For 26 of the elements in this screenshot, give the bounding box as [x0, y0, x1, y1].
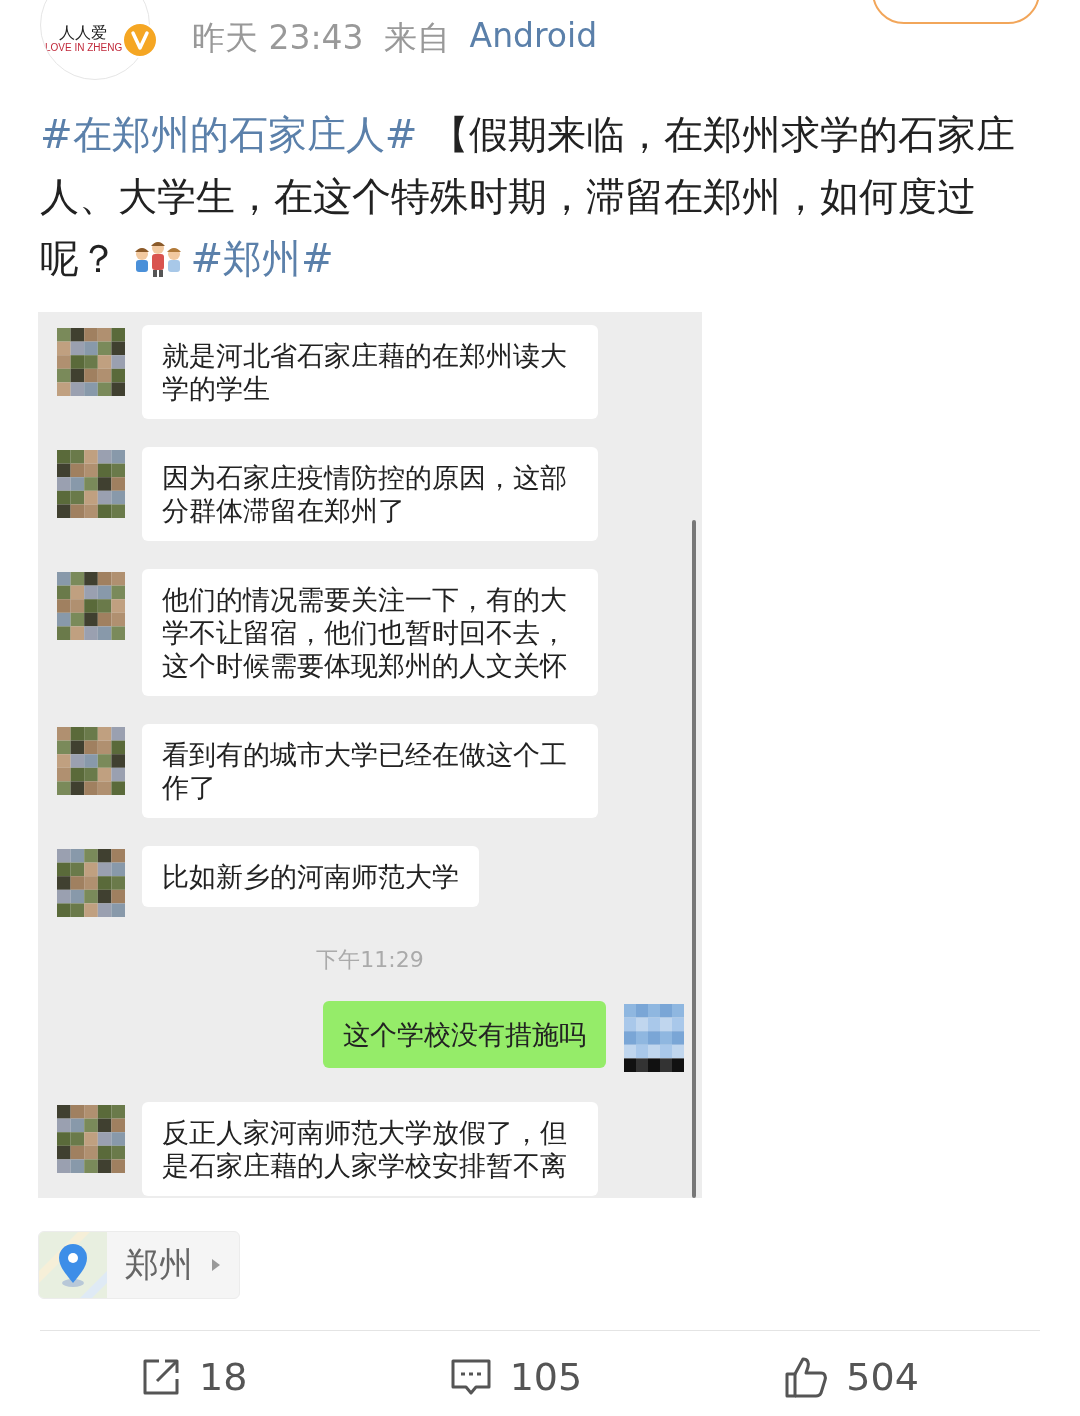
message-bubble: 反正人家河南师范大学放假了，但是石家庄藉的人家学校安排暂不离	[142, 1102, 598, 1196]
map-pin-icon	[39, 1232, 107, 1298]
message-bubble: 比如新乡的河南师范大学	[142, 846, 479, 907]
message-bubble: 因为石家庄疫情防控的原因，这部分群体滞留在郑州了	[142, 447, 598, 541]
message-time: 下午11:29	[315, 946, 425, 974]
message-bubble: 这个学校没有措施吗	[323, 1001, 606, 1068]
logo-subtext: LOVE IN ZHENG	[45, 42, 123, 53]
hashtag-link[interactable]: #郑州#	[190, 236, 334, 281]
message-bubble: 就是河北省石家庄藉的在郑州读大学的学生	[142, 325, 598, 419]
caret-icon	[211, 1258, 221, 1272]
location-tag[interactable]: 郑州	[38, 1231, 240, 1299]
message-bubble: 他们的情况需要关注一下，有的大学不让留宿，他们也暂时回不去，这个时候需要体现郑州的人文关怀	[142, 569, 598, 696]
repost-button[interactable]: 18	[141, 1355, 248, 1399]
like-button[interactable]: 504	[784, 1355, 919, 1399]
thumbs-up-icon	[784, 1355, 829, 1399]
comment-button[interactable]: 105	[449, 1355, 583, 1399]
hashtag-link[interactable]: #在郑州的石家庄人#	[40, 112, 418, 157]
source-label: 来自	[383, 17, 450, 59]
post-text: #在郑州的石家庄人# 【假期来临，在郑州求学的石家庄人、大学生，在这个特殊时期，滞留在郑州，如何度过呢？ #郑州#	[40, 111, 1016, 283]
comment-icon	[449, 1357, 492, 1397]
account-avatar[interactable]: 人人爱 LOVE IN ZHENG	[40, 0, 150, 80]
logo-text: 人人爱	[59, 24, 107, 42]
message-bubble: 看到有的城市大学已经在做这个工作了	[142, 724, 598, 818]
post-time: 昨天 23:43	[192, 17, 364, 59]
share-icon	[141, 1357, 182, 1397]
source-link[interactable]: Android	[469, 16, 598, 61]
